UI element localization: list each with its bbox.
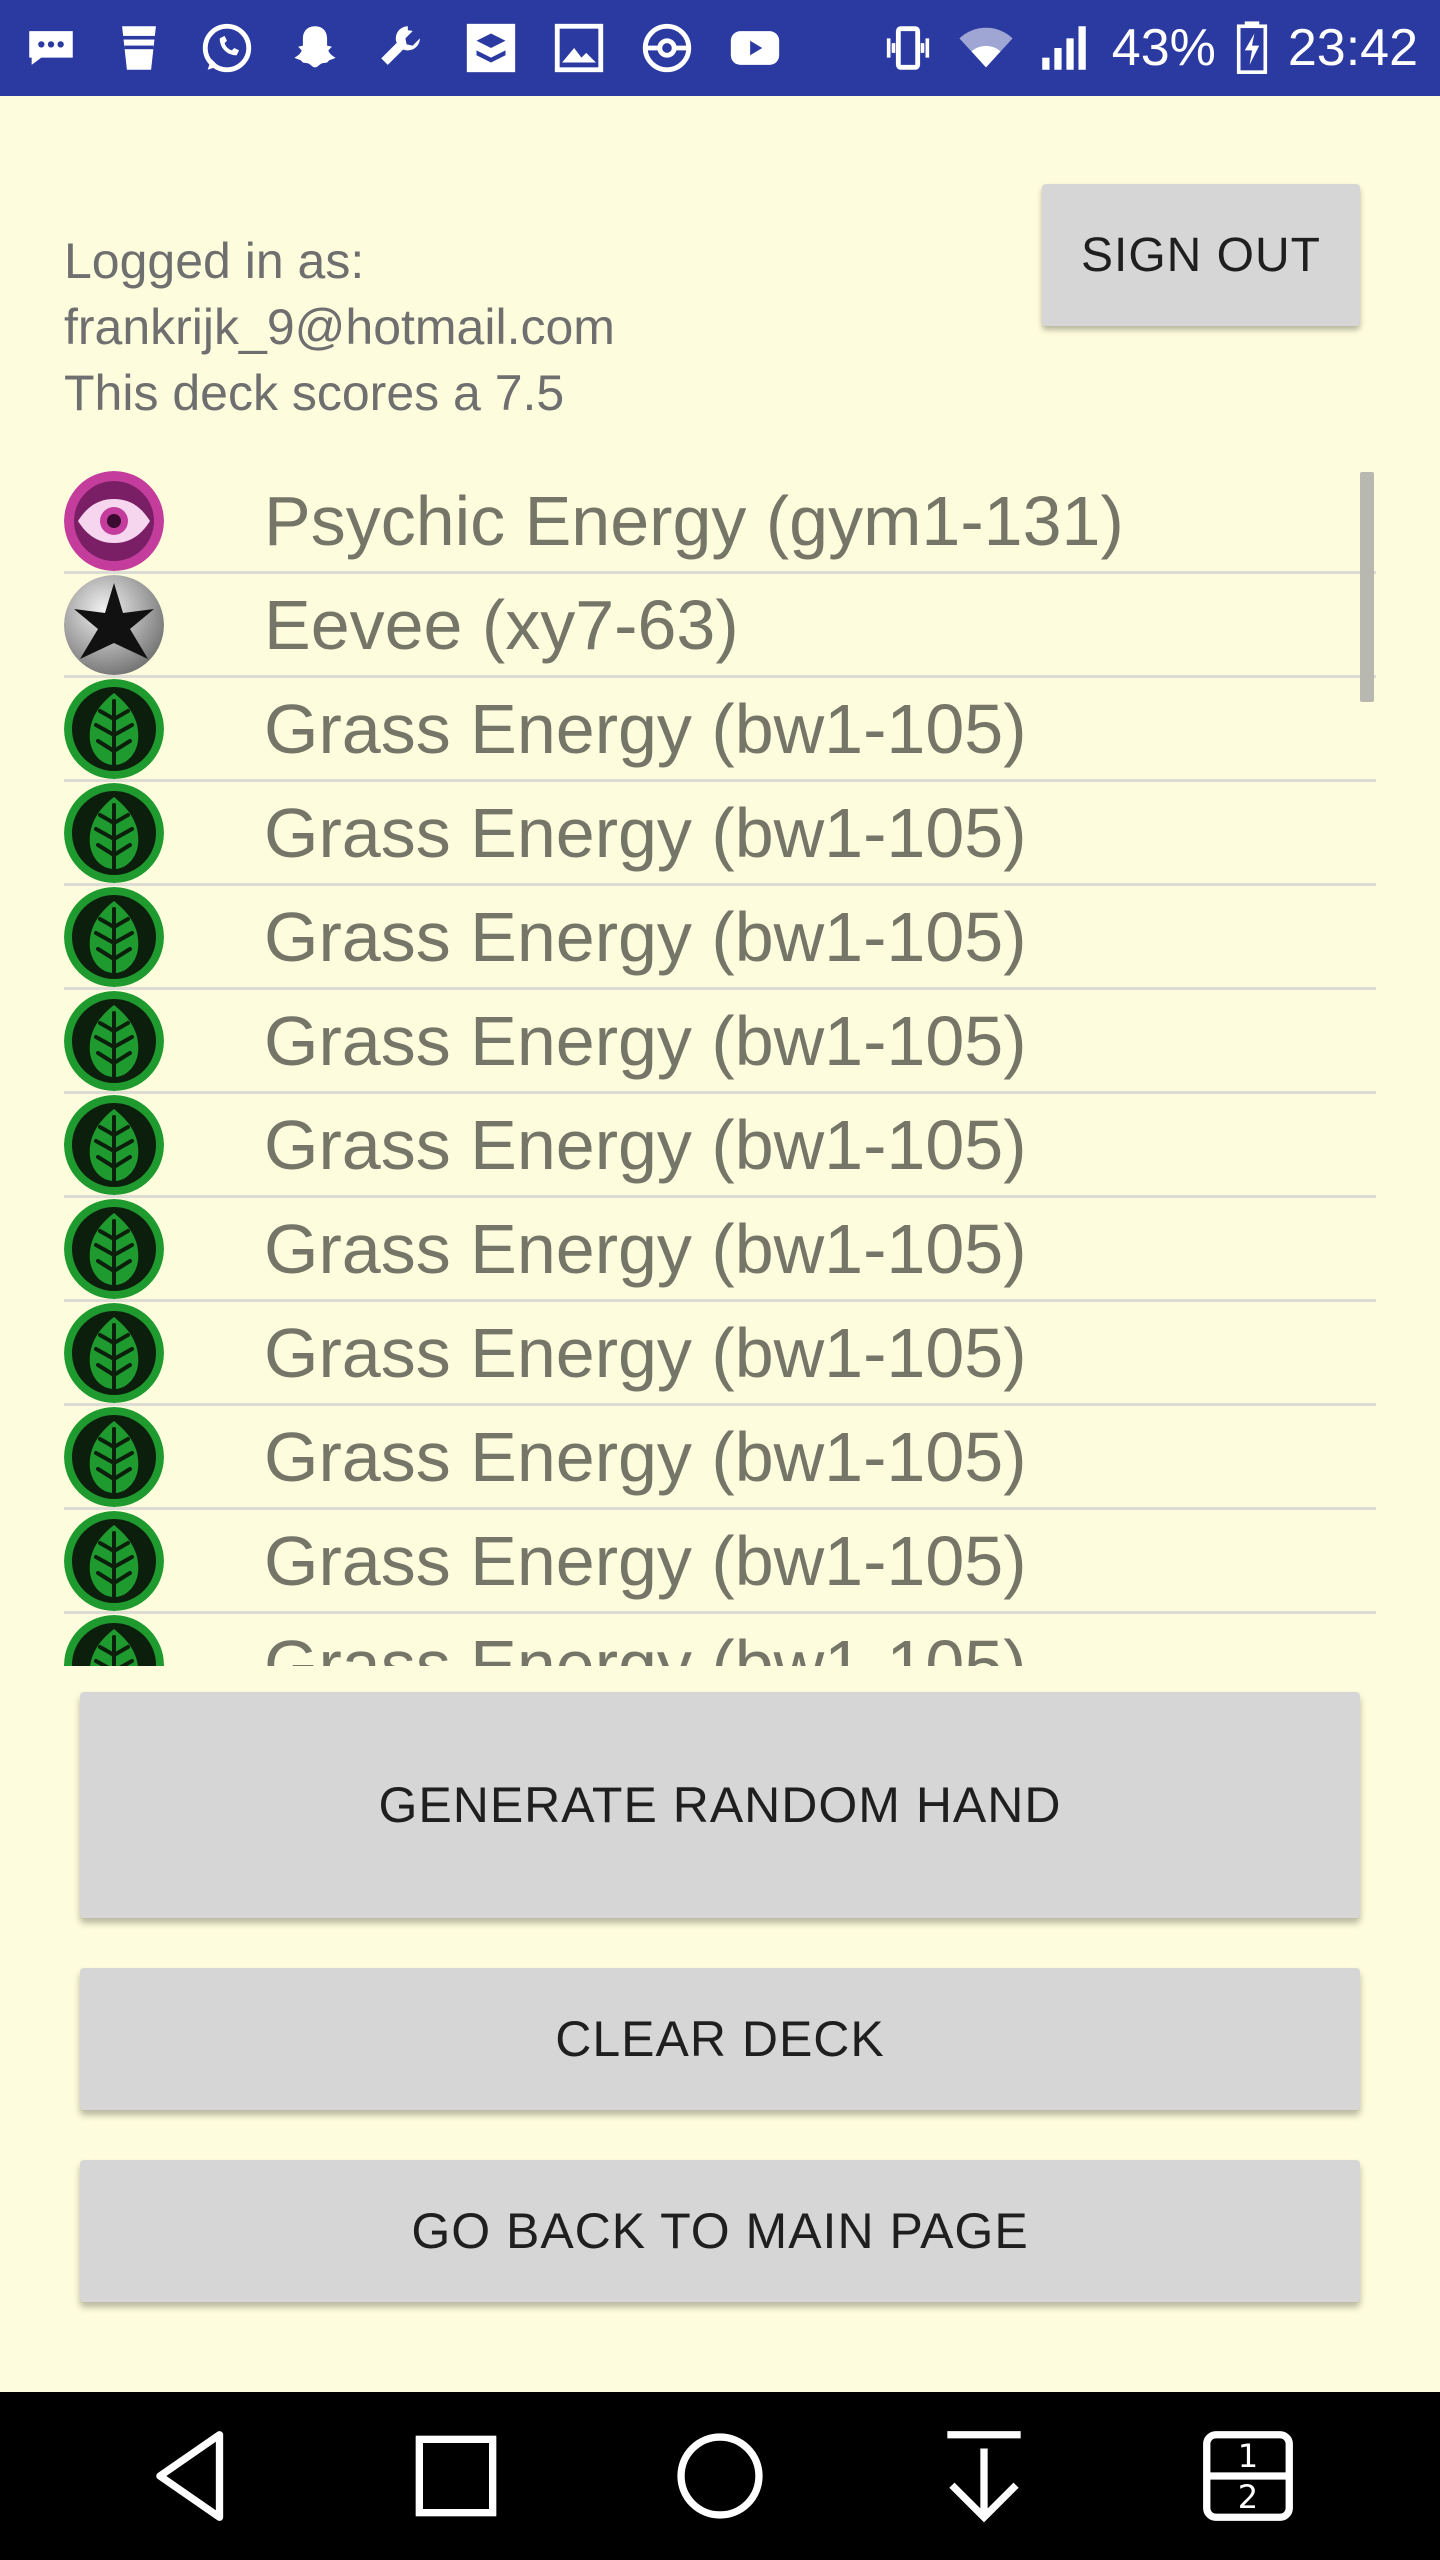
signal-icon — [1034, 19, 1094, 77]
grass-energy-icon — [64, 886, 164, 987]
grass-energy-icon — [64, 990, 164, 1091]
battery-percent: 43% — [1111, 19, 1216, 77]
deck-card-list[interactable]: Psychic Energy (gym1-131) Eevee (xy7-63) G… — [64, 470, 1376, 1666]
snapchat-icon — [286, 19, 344, 77]
home-icon[interactable] — [660, 2416, 780, 2536]
pokeball-icon — [638, 19, 696, 77]
card-list-item[interactable]: Psychic Energy (gym1-131) — [64, 470, 1376, 574]
message-icon — [22, 19, 80, 77]
card-name: Grass Energy (bw1-105) — [264, 689, 1027, 768]
card-list-item[interactable]: Grass Energy (bw1-105) — [64, 1094, 1376, 1198]
user-email: frankrijk_9@hotmail.com — [64, 299, 615, 355]
card-list-item[interactable]: Eevee (xy7-63) — [64, 574, 1376, 678]
generate-random-hand-button[interactable]: GENERATE RANDOM HAND — [80, 1692, 1360, 1918]
youtube-icon — [726, 19, 784, 77]
colorless-energy-icon — [64, 574, 164, 675]
card-list-item[interactable]: Grass Energy (bw1-105) — [64, 782, 1376, 886]
card-list-item[interactable]: Grass Energy (bw1-105) — [64, 990, 1376, 1094]
sign-out-button[interactable]: SIGN OUT — [1042, 184, 1360, 326]
card-list-item[interactable]: Grass Energy (bw1-105) — [64, 1614, 1376, 1666]
recents-icon[interactable] — [396, 2416, 516, 2536]
list-scrollbar[interactable] — [1360, 472, 1374, 702]
whatsapp-icon — [198, 19, 256, 77]
card-list-item[interactable]: Grass Energy (bw1-105) — [64, 678, 1376, 782]
notification-icons — [22, 19, 784, 77]
back-icon[interactable] — [132, 2416, 252, 2536]
card-name: Psychic Energy (gym1-131) — [264, 481, 1124, 560]
cup-icon — [110, 19, 168, 77]
grass-energy-icon — [64, 678, 164, 779]
card-list-item[interactable]: Grass Energy (bw1-105) — [64, 886, 1376, 990]
svg-text:2: 2 — [1238, 2478, 1258, 2516]
card-name: Grass Energy (bw1-105) — [264, 1521, 1027, 1600]
navigation-bar: 12 — [0, 2392, 1440, 2560]
card-name: Grass Energy (bw1-105) — [264, 1209, 1027, 1288]
card-name: Eevee (xy7-63) — [264, 585, 739, 664]
go-back-button[interactable]: GO BACK TO MAIN PAGE — [80, 2160, 1360, 2302]
card-list-item[interactable]: Grass Energy (bw1-105) — [64, 1198, 1376, 1302]
grass-energy-icon — [64, 1198, 164, 1299]
dual-window-icon[interactable]: 12 — [1188, 2416, 1308, 2536]
system-status: 43% 23:42 — [878, 18, 1418, 78]
card-name: Grass Energy (bw1-105) — [264, 1625, 1027, 1667]
card-list-item[interactable]: Grass Energy (bw1-105) — [64, 1302, 1376, 1406]
wrench-icon — [374, 19, 432, 77]
user-info: Logged in as: frankrijk_9@hotmail.com Th… — [64, 228, 615, 426]
card-name: Grass Energy (bw1-105) — [264, 897, 1027, 976]
vibrate-icon — [878, 19, 938, 77]
status-bar: 43% 23:42 — [0, 0, 1440, 96]
card-name: Grass Energy (bw1-105) — [264, 1313, 1027, 1392]
layers-app-icon — [462, 19, 520, 77]
card-name: Grass Energy (bw1-105) — [264, 1001, 1027, 1080]
card-name: Grass Energy (bw1-105) — [264, 1417, 1027, 1496]
wifi-icon — [956, 19, 1016, 77]
grass-energy-icon — [64, 1510, 164, 1611]
grass-energy-icon — [64, 1614, 164, 1666]
psychic-energy-icon — [64, 470, 164, 571]
card-list-item[interactable]: Grass Energy (bw1-105) — [64, 1510, 1376, 1614]
clock: 23:42 — [1287, 19, 1418, 77]
clear-deck-button[interactable]: CLEAR DECK — [80, 1968, 1360, 2110]
battery-charging-icon — [1234, 19, 1270, 77]
grass-energy-icon — [64, 1094, 164, 1195]
deck-score: This deck scores a 7.5 — [64, 365, 565, 421]
notification-pull-icon[interactable] — [924, 2416, 1044, 2536]
grass-energy-icon — [64, 782, 164, 883]
gallery-icon — [550, 19, 608, 77]
card-name: Grass Energy (bw1-105) — [264, 1105, 1027, 1184]
card-list-item[interactable]: Grass Energy (bw1-105) — [64, 1406, 1376, 1510]
grass-energy-icon — [64, 1302, 164, 1403]
logged-in-label: Logged in as: — [64, 233, 365, 289]
grass-energy-icon — [64, 1406, 164, 1507]
svg-text:1: 1 — [1238, 2437, 1258, 2475]
card-name: Grass Energy (bw1-105) — [264, 793, 1027, 872]
